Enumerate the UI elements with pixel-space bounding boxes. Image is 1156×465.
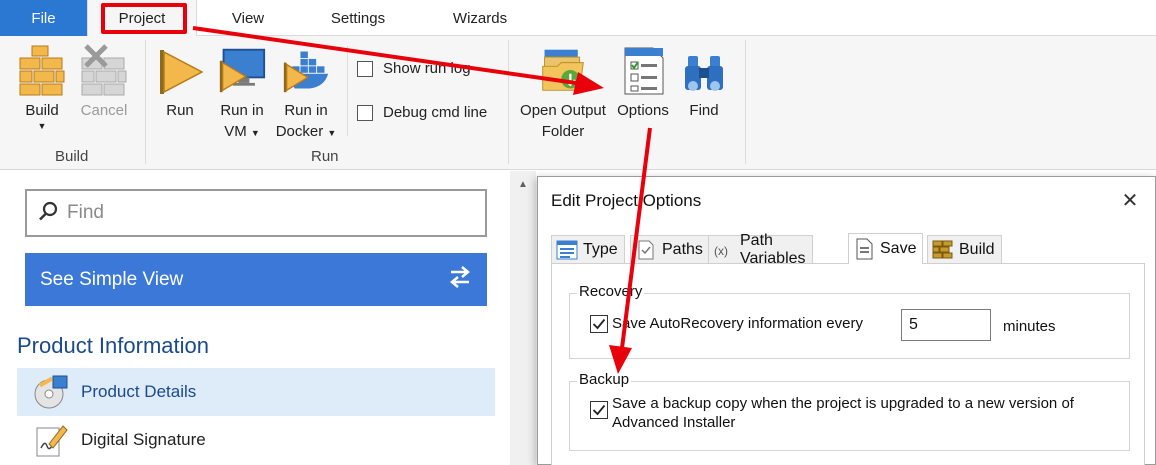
run-group-label: Run <box>311 148 339 165</box>
autorecovery-minutes-input[interactable] <box>901 309 991 341</box>
tab-type[interactable]: Type <box>551 235 625 263</box>
tab-view[interactable]: View <box>200 0 296 36</box>
ribbon-separator <box>145 40 146 164</box>
binoculars-icon <box>680 40 728 96</box>
ribbon-separator <box>508 40 509 164</box>
tab-build-label: Build <box>959 240 995 258</box>
tab-save-label: Save <box>880 240 917 257</box>
open-output-folder-button[interactable]: Open Output Folder <box>514 40 612 142</box>
path-variables-icon: (x) <box>713 240 735 260</box>
svg-text:(x): (x) <box>714 244 728 258</box>
tab-file[interactable]: File <box>0 0 87 36</box>
cancel-bricks-icon <box>80 40 128 96</box>
run-button-label: Run <box>166 102 194 119</box>
run-in-vm-label-vm: VM <box>224 123 247 140</box>
build-bricks-icon <box>18 40 66 96</box>
product-information-heading: Product Information <box>17 333 209 358</box>
paths-icon <box>635 240 657 260</box>
show-run-log-label: Show run log <box>383 60 471 77</box>
close-icon[interactable]: ✕ <box>1119 189 1141 212</box>
run-in-docker-caret-icon[interactable]: ▼ <box>327 128 336 138</box>
run-in-docker-icon <box>282 40 330 96</box>
tab-settings[interactable]: Settings <box>308 0 408 36</box>
tab-project[interactable]: Project <box>87 0 197 37</box>
run-in-docker-label-docker: Docker <box>275 123 324 140</box>
search-input[interactable] <box>67 202 467 224</box>
autorecovery-check[interactable] <box>590 315 608 333</box>
run-in-vm-icon <box>218 40 266 96</box>
find-button[interactable]: Find <box>680 40 728 121</box>
nav-item-product-details[interactable]: Product Details <box>17 368 495 416</box>
show-run-log-checkbox[interactable]: Show run log <box>357 60 471 77</box>
folder-open-icon <box>539 40 587 96</box>
options-button[interactable]: Options <box>614 40 672 121</box>
ribbon-tab-bar: File Project View Settings Wizards <box>0 0 1156 37</box>
digital-signature-pen-icon <box>31 420 71 460</box>
swap-arrows-icon <box>447 265 473 295</box>
recovery-group-title: Recovery <box>577 283 645 300</box>
run-in-docker-label-2: Docker ▼ <box>276 121 337 142</box>
product-details-disc-icon <box>31 372 71 412</box>
left-panel: See Simple View Product Information Prod… <box>0 171 510 465</box>
backup-copy-label-line1: Save a backup copy when the project is u… <box>612 395 1074 412</box>
build-dropdown-caret-icon[interactable]: ▼ <box>38 121 47 131</box>
build-group-label: Build <box>55 148 89 165</box>
find-button-label: Find <box>689 102 719 119</box>
see-simple-view-label: See Simple View <box>40 268 184 290</box>
dialog-title: Edit Project Options <box>551 191 702 210</box>
search-box[interactable] <box>25 189 487 237</box>
run-in-docker-button[interactable]: Run in Docker ▼ <box>274 40 338 142</box>
edit-project-options-dialog: Edit Project Options ✕ Type Paths (x) Pa… <box>537 176 1156 465</box>
autorecovery-label: Save AutoRecovery information every <box>612 315 863 332</box>
ribbon: Build ▼ Cancel Build Run Run in VM ▼ Run… <box>0 36 1156 170</box>
run-in-vm-label-1: Run in <box>220 102 264 119</box>
debug-cmd-line-check[interactable] <box>357 104 373 121</box>
cancel-button-label: Cancel <box>80 102 128 119</box>
tab-paths[interactable]: Paths <box>630 235 710 263</box>
options-button-label: Options <box>617 102 669 119</box>
run-button[interactable]: Run <box>154 40 206 121</box>
minutes-label: minutes <box>1003 318 1056 335</box>
run-in-vm-label-2: VM ▼ <box>224 121 260 142</box>
open-output-folder-label-1: Open Output <box>520 102 606 119</box>
tab-path-variables[interactable]: (x) Path Variables <box>708 232 813 267</box>
backup-copy-label-line2: Advanced Installer <box>612 414 736 431</box>
vertical-scrollbar[interactable]: ▲ <box>510 171 536 465</box>
nav-item-product-details-label: Product Details <box>81 382 197 401</box>
type-list-icon <box>556 240 578 260</box>
run-in-docker-label-1: Run in <box>284 102 328 119</box>
save-page-icon <box>853 238 875 260</box>
open-output-folder-label-2: Folder <box>541 123 585 140</box>
build-button[interactable]: Build ▼ <box>14 40 70 131</box>
backup-copy-checkbox[interactable]: Save a backup copy when the project is u… <box>590 394 1074 432</box>
ribbon-separator <box>745 40 746 164</box>
scroll-up-arrow-icon[interactable]: ▲ <box>510 171 536 197</box>
save-tab-pane: Recovery Backup <box>551 263 1145 465</box>
tab-build[interactable]: Build <box>927 235 1002 263</box>
tab-type-label: Type <box>583 240 618 258</box>
build-button-label: Build <box>25 102 59 119</box>
tab-save[interactable]: Save <box>848 233 924 264</box>
nav-item-digital-signature-label: Digital Signature <box>81 430 206 449</box>
show-run-log-check[interactable] <box>357 60 373 77</box>
tab-wizards[interactable]: Wizards <box>430 0 530 36</box>
run-play-icon <box>156 40 204 96</box>
run-in-vm-button[interactable]: Run in VM ▼ <box>214 40 270 142</box>
tab-paths-label: Paths <box>662 240 703 258</box>
run-in-vm-caret-icon[interactable]: ▼ <box>251 128 260 138</box>
options-checklist-icon <box>619 40 667 96</box>
debug-cmd-line-checkbox[interactable]: Debug cmd line <box>357 104 487 121</box>
see-simple-view-button[interactable]: See Simple View <box>25 253 487 306</box>
search-icon <box>37 200 59 227</box>
nav-item-digital-signature[interactable]: Digital Signature <box>17 416 495 464</box>
backup-copy-check[interactable] <box>590 401 608 419</box>
ribbon-separator <box>347 46 348 136</box>
cancel-button[interactable]: Cancel <box>76 40 132 121</box>
backup-group-title: Backup <box>577 371 632 388</box>
build-bricks-small-icon <box>932 240 954 260</box>
autorecovery-checkbox[interactable]: Save AutoRecovery information every <box>590 315 863 333</box>
backup-copy-label: Save a backup copy when the project is u… <box>612 394 1074 432</box>
debug-cmd-line-label: Debug cmd line <box>383 104 488 121</box>
